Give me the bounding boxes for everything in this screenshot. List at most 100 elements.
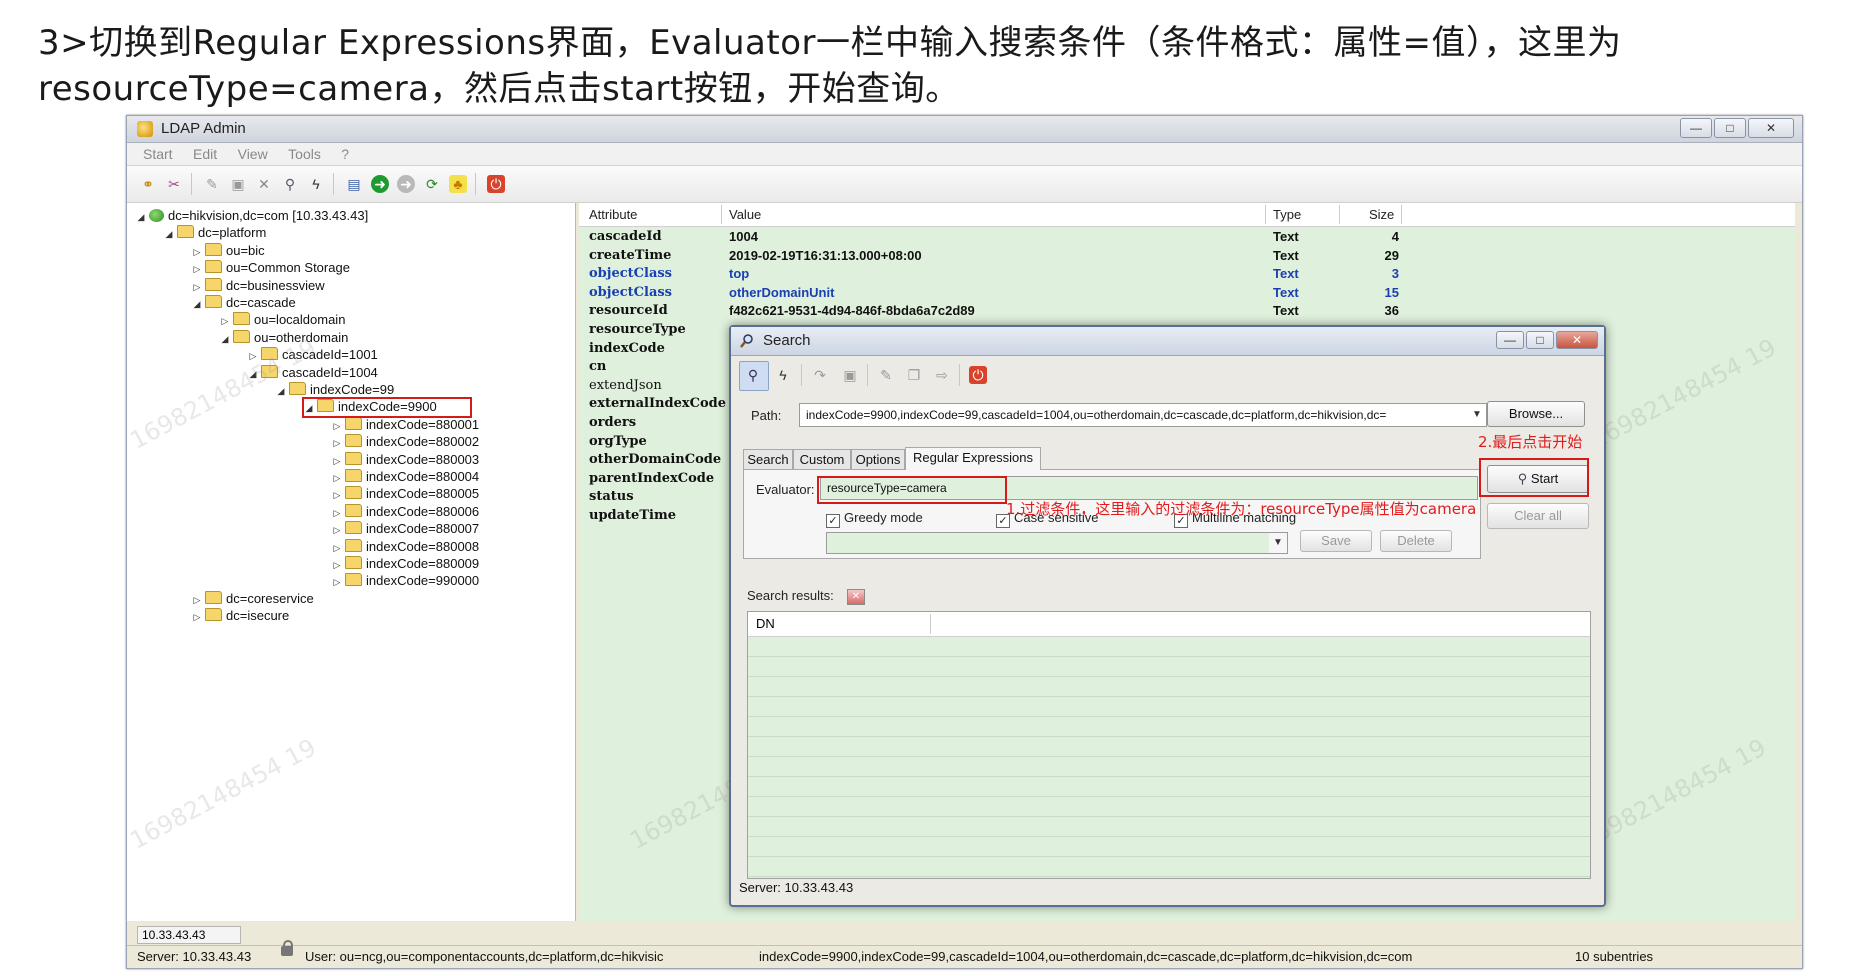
- move-icon[interactable]: ⇨: [933, 366, 951, 384]
- header-attribute[interactable]: Attribute: [589, 203, 637, 226]
- connect-icon[interactable]: ⚭: [139, 175, 157, 193]
- tree-node[interactable]: ▷ indexCode=990000: [331, 572, 479, 589]
- tree-node[interactable]: ▷ dc=businessview: [191, 277, 325, 294]
- header-type[interactable]: Type: [1273, 203, 1301, 226]
- status-user: User: ou=ncg,ou=componentaccounts,dc=pla…: [305, 949, 664, 964]
- close-results-icon[interactable]: ✕: [847, 589, 865, 605]
- search-icon[interactable]: ⚲: [744, 366, 762, 384]
- folder-icon: [233, 312, 250, 326]
- dialog-minimize-button[interactable]: —: [1496, 331, 1524, 349]
- folder-icon: [345, 451, 362, 465]
- tree-node[interactable]: ▷ indexCode=880007: [331, 520, 479, 537]
- browse-button[interactable]: Browse...: [1487, 401, 1585, 427]
- delete-icon[interactable]: ✕: [255, 175, 273, 193]
- close-button[interactable]: ✕: [1748, 118, 1794, 138]
- header-value[interactable]: Value: [729, 203, 761, 226]
- attribute-row[interactable]: resourceId f482c621-9531-4d94-846f-8bda6a…: [579, 302, 1795, 320]
- edit-icon[interactable]: ✎: [203, 175, 221, 193]
- checkbox-box[interactable]: ✓: [826, 514, 840, 528]
- tree-node[interactable]: ▷ indexCode=880005: [331, 485, 479, 502]
- book-icon[interactable]: ▤: [345, 175, 363, 193]
- expanded-arrow-icon[interactable]: ◢: [191, 296, 203, 313]
- collapsed-arrow-icon[interactable]: ▷: [191, 609, 203, 626]
- search-results-list[interactable]: DN: [747, 611, 1591, 879]
- attribute-row[interactable]: objectClass otherDomainUnit Text 15: [579, 284, 1795, 302]
- exit-icon[interactable]: ⏻: [969, 366, 987, 384]
- clear-all-button[interactable]: Clear all: [1487, 503, 1589, 529]
- tree-node[interactable]: ▷ dc=coreservice: [191, 590, 314, 607]
- folder-icon: [345, 521, 362, 535]
- tree-node[interactable]: ▷ indexCode=880009: [331, 555, 479, 572]
- tree-node-label: indexCode=880002: [366, 434, 480, 450]
- expanded-arrow-icon[interactable]: ◢: [275, 383, 287, 400]
- attribute-name: resourceId: [589, 303, 668, 319]
- lightning-icon[interactable]: ϟ: [774, 366, 792, 384]
- tree-icon[interactable]: ♣: [449, 175, 467, 193]
- attribute-type: Text: [1273, 229, 1299, 244]
- dialog-close-button[interactable]: ✕: [1556, 331, 1598, 349]
- tree-node[interactable]: ◢ dc=hikvision,dc=com [10.33.43.43]: [135, 207, 369, 226]
- tree-node[interactable]: ◢ dc=cascade: [191, 294, 296, 311]
- expanded-arrow-icon[interactable]: ◢: [163, 226, 175, 243]
- selected-node-highlight: [302, 397, 472, 418]
- tree-node[interactable]: ▷ indexCode=880006: [331, 503, 479, 520]
- tree-node[interactable]: ▷ indexCode=880001: [331, 416, 479, 433]
- main-toolbar: ⚭ ✂ ✎ ▣ ✕ ⚲ ϟ ▤ ➜ ➜ ⟳ ♣ ⏻: [127, 166, 1802, 203]
- copy-icon[interactable]: ❐: [905, 366, 923, 384]
- attribute-row[interactable]: createTime 2019-02-19T16:31:13.000+08:00 T…: [579, 247, 1795, 265]
- menu-edit[interactable]: Edit: [193, 143, 217, 165]
- open-icon[interactable]: ↷: [811, 366, 829, 384]
- path-combobox[interactable]: indexCode=9900,indexCode=99,cascadeId=10…: [799, 403, 1487, 427]
- menu-tools[interactable]: Tools: [288, 143, 321, 165]
- minimize-button[interactable]: —: [1680, 118, 1712, 138]
- edit-icon[interactable]: ✎: [877, 366, 895, 384]
- folder-icon: [345, 503, 362, 517]
- tab-custom[interactable]: Custom: [793, 449, 851, 469]
- tree-node[interactable]: ▷ ou=bic: [191, 242, 265, 259]
- menu-start[interactable]: Start: [143, 143, 173, 165]
- tree-node[interactable]: ▷ indexCode=880008: [331, 538, 479, 555]
- tree-node[interactable]: ▷ ou=Common Storage: [191, 259, 350, 276]
- greedy-mode-checkbox[interactable]: ✓ Greedy mode: [826, 510, 923, 528]
- tree-node[interactable]: ▷ indexCode=880004: [331, 468, 479, 485]
- chevron-down-icon[interactable]: ▼: [1269, 533, 1287, 553]
- tab-regular-expressions[interactable]: Regular Expressions: [905, 447, 1041, 470]
- search-icon[interactable]: ⚲: [281, 175, 299, 193]
- tree-node[interactable]: ◢ ou=otherdomain: [219, 329, 348, 346]
- lightning-icon[interactable]: ϟ: [307, 175, 325, 193]
- exit-icon[interactable]: ⏻: [487, 175, 505, 193]
- tree-node[interactable]: ▷ dc=isecure: [191, 607, 289, 624]
- tab-search[interactable]: Search: [743, 449, 793, 469]
- expanded-arrow-icon[interactable]: ◢: [135, 209, 147, 226]
- tree-node[interactable]: ▷ indexCode=880002: [331, 433, 479, 450]
- tab-options[interactable]: Options: [851, 449, 905, 469]
- menu-view[interactable]: View: [238, 143, 268, 165]
- attribute-type: Text: [1273, 284, 1299, 300]
- tree-node[interactable]: ▷ ou=localdomain: [219, 311, 345, 328]
- expanded-arrow-icon[interactable]: ◢: [219, 331, 231, 348]
- tree-node[interactable]: ▷ indexCode=880003: [331, 451, 479, 468]
- menu-help[interactable]: ?: [341, 143, 349, 165]
- dialog-maximize-button[interactable]: □: [1526, 331, 1554, 349]
- back-grey-icon[interactable]: ➜: [397, 175, 415, 193]
- tree-node[interactable]: ◢ dc=platform: [163, 224, 266, 241]
- tree-node[interactable]: ◢ indexCode=99: [275, 381, 394, 398]
- save-icon[interactable]: ▣: [841, 366, 859, 384]
- save-button[interactable]: Save: [1300, 530, 1372, 552]
- refresh-icon[interactable]: ⟳: [423, 175, 441, 193]
- maximize-button[interactable]: □: [1714, 118, 1746, 138]
- forward-green-icon[interactable]: ➜: [371, 175, 389, 193]
- collapsed-arrow-icon[interactable]: ▷: [331, 574, 343, 591]
- chevron-down-icon[interactable]: ▼: [1468, 404, 1486, 426]
- save-icon[interactable]: ▣: [229, 175, 247, 193]
- header-size[interactable]: Size: [1369, 203, 1394, 226]
- delete-button[interactable]: Delete: [1380, 530, 1452, 552]
- evaluator-label: Evaluator:: [756, 482, 815, 497]
- preset-combobox[interactable]: ▼: [826, 532, 1288, 554]
- attribute-row[interactable]: objectClass top Text 3: [579, 265, 1795, 283]
- folder-icon: [345, 573, 362, 587]
- dn-column-header[interactable]: DN: [756, 612, 775, 636]
- window-title: LDAP Admin: [161, 120, 246, 137]
- disconnect-icon[interactable]: ✂: [165, 175, 183, 193]
- attribute-row[interactable]: cascadeId 1004 Text 4: [579, 228, 1795, 246]
